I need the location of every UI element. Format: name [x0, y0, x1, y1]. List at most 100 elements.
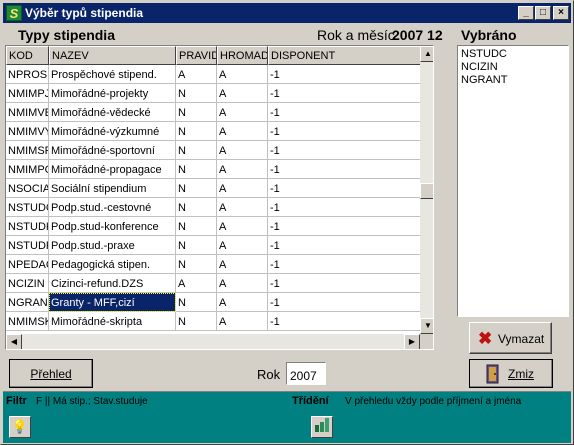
cell-disponent[interactable]: -1	[268, 293, 420, 312]
cell-kod[interactable]: NMIMSK	[6, 312, 49, 331]
cell-hromad[interactable]: A	[217, 84, 268, 103]
scroll-down-button[interactable]: ▼	[420, 318, 433, 334]
cell-nazev[interactable]: Granty - MFF,cizí	[49, 293, 176, 312]
cell-hromad[interactable]: A	[217, 312, 268, 331]
cell-disponent[interactable]: -1	[268, 179, 420, 198]
cell-nazev[interactable]: Prospěchové stipend.	[49, 65, 176, 84]
table-row[interactable]: NSTUDCPodp.stud.-cestovnéNA-14	[6, 198, 420, 217]
cell-disponent[interactable]: -1	[268, 84, 420, 103]
column-header-kod[interactable]: KOD	[6, 46, 49, 65]
table-row[interactable]: NSOCIASociální stipendiumNA-13	[6, 179, 420, 198]
column-header-hromad[interactable]: HROMAD	[217, 46, 268, 65]
cell-nazev[interactable]: Mimořádné-propagace	[49, 160, 176, 179]
cell-kod[interactable]: NPEDAG	[6, 255, 49, 274]
cell-kod[interactable]: NMIMPJ	[6, 84, 49, 103]
cell-pravid[interactable]: N	[176, 122, 217, 141]
cell-kod[interactable]: NMIMSP	[6, 141, 49, 160]
title-bar[interactable]: S Výběr typů stipendia _ □ ×	[3, 3, 571, 23]
cell-disponent[interactable]: -1	[268, 255, 420, 274]
list-item[interactable]: NCIZIN	[461, 61, 565, 74]
cell-nazev[interactable]: Mimořádné-skripta	[49, 312, 176, 331]
cell-nazev[interactable]: Podp.stud.-cestovné	[49, 198, 176, 217]
cell-kod[interactable]: NSOCIA	[6, 179, 49, 198]
cell-nazev[interactable]: Mimořádné-projekty	[49, 84, 176, 103]
cell-kod[interactable]: NSTUDC	[6, 198, 49, 217]
cell-hromad[interactable]: A	[217, 65, 268, 84]
selected-codes-list[interactable]: NSTUDC NCIZIN NGRANT	[457, 45, 569, 317]
cell-hromad[interactable]: A	[217, 103, 268, 122]
cell-pravid[interactable]: N	[176, 160, 217, 179]
cell-hromad[interactable]: A	[217, 198, 268, 217]
table-row[interactable]: NSTUDKPodp.stud-konferenceNA-14	[6, 217, 420, 236]
scroll-left-button[interactable]: ◀	[6, 334, 22, 349]
table-row[interactable]: NSTUDPPodp.stud.-praxeNA-14	[6, 236, 420, 255]
minimize-button[interactable]: _	[518, 6, 534, 20]
cell-disponent[interactable]: -1	[268, 217, 420, 236]
column-header-nazev[interactable]: NAZEV	[49, 46, 176, 65]
cell-pravid[interactable]: N	[176, 236, 217, 255]
cell-hromad[interactable]: A	[217, 160, 268, 179]
cell-nazev[interactable]: Mimořádné-sportovní	[49, 141, 176, 160]
cell-disponent[interactable]: -1	[268, 312, 420, 331]
cell-kod[interactable]: NCIZIN	[6, 274, 49, 293]
cell-pravid[interactable]: A	[176, 274, 217, 293]
stipend-type-grid[interactable]: KOD NAZEV PRAVID HROMAD DISPONENT ST NPR…	[5, 45, 434, 350]
list-item[interactable]: NGRANT	[461, 74, 565, 87]
cell-nazev[interactable]: Cizinci-refund.DZS	[49, 274, 176, 293]
cell-hromad[interactable]: A	[217, 122, 268, 141]
list-item[interactable]: NSTUDC	[461, 48, 565, 61]
column-header-pravid[interactable]: PRAVID	[176, 46, 217, 65]
cell-kod[interactable]: NSTUDK	[6, 217, 49, 236]
cell-pravid[interactable]: N	[176, 179, 217, 198]
table-row[interactable]: NGRANTGranty - MFF,cizíNA-17	[6, 293, 420, 312]
cell-nazev[interactable]: Podp.stud.-praxe	[49, 236, 176, 255]
cell-hromad[interactable]: A	[217, 236, 268, 255]
cell-nazev[interactable]: Sociální stipendium	[49, 179, 176, 198]
cell-pravid[interactable]: N	[176, 84, 217, 103]
cell-disponent[interactable]: -1	[268, 198, 420, 217]
scroll-right-button[interactable]: ▶	[404, 334, 420, 349]
table-row[interactable]: NCIZINCizinci-refund.DZSAA-16	[6, 274, 420, 293]
table-row[interactable]: NMIMPGMimořádné-propagaceNA-12	[6, 160, 420, 179]
cell-nazev[interactable]: Mimořádné-výzkumné	[49, 122, 176, 141]
cell-pravid[interactable]: N	[176, 217, 217, 236]
column-header-disponent[interactable]: DISPONENT	[268, 46, 420, 65]
cell-nazev[interactable]: Mimořádné-vědecké	[49, 103, 176, 122]
cell-nazev[interactable]: Pedagogická stipen.	[49, 255, 176, 274]
cell-hromad[interactable]: A	[217, 141, 268, 160]
sort-button[interactable]	[311, 416, 333, 438]
cell-kod[interactable]: NSTUDP	[6, 236, 49, 255]
table-row[interactable]: NMIMSKMimořádné-skriptaNA-12	[6, 312, 420, 331]
table-row[interactable]: NPROSPProspěchové stipend.AA-11	[6, 65, 420, 84]
cell-kod[interactable]: NMIMPG	[6, 160, 49, 179]
cell-hromad[interactable]: A	[217, 293, 268, 312]
maximize-button[interactable]: □	[535, 6, 551, 20]
scroll-up-button[interactable]: ▲	[420, 46, 433, 62]
cell-hromad[interactable]: A	[217, 255, 268, 274]
cell-pravid[interactable]: N	[176, 103, 217, 122]
table-row[interactable]: NMIMVYMimořádné-výzkumnéNA-12	[6, 122, 420, 141]
cell-disponent[interactable]: -1	[268, 103, 420, 122]
cell-pravid[interactable]: N	[176, 312, 217, 331]
cell-disponent[interactable]: -1	[268, 122, 420, 141]
cell-kod[interactable]: NMIMVY	[6, 122, 49, 141]
cell-pravid[interactable]: N	[176, 255, 217, 274]
cell-hromad[interactable]: A	[217, 179, 268, 198]
table-row[interactable]: NMIMVEMimořádné-vědeckéNA-12	[6, 103, 420, 122]
cell-kod[interactable]: NMIMVE	[6, 103, 49, 122]
cell-pravid[interactable]: N	[176, 141, 217, 160]
table-row[interactable]: NMIMPJMimořádné-projektyNA-12	[6, 84, 420, 103]
table-row[interactable]: NMIMSPMimořádné-sportovníNA-12	[6, 141, 420, 160]
cell-kod[interactable]: NPROSP	[6, 65, 49, 84]
cell-hromad[interactable]: A	[217, 217, 268, 236]
rok-input[interactable]	[286, 362, 326, 385]
cell-nazev[interactable]: Podp.stud-konference	[49, 217, 176, 236]
cell-pravid[interactable]: N	[176, 293, 217, 312]
cell-disponent[interactable]: -1	[268, 141, 420, 160]
cell-disponent[interactable]: -1	[268, 65, 420, 84]
cell-kod[interactable]: NGRANT	[6, 293, 49, 312]
filter-bulb-button[interactable]: 💡	[9, 416, 31, 438]
close-button[interactable]: ×	[553, 6, 569, 20]
prehled-button[interactable]: Přehled	[9, 359, 93, 388]
vertical-scrollbar[interactable]: ▲ ▼	[420, 46, 433, 334]
